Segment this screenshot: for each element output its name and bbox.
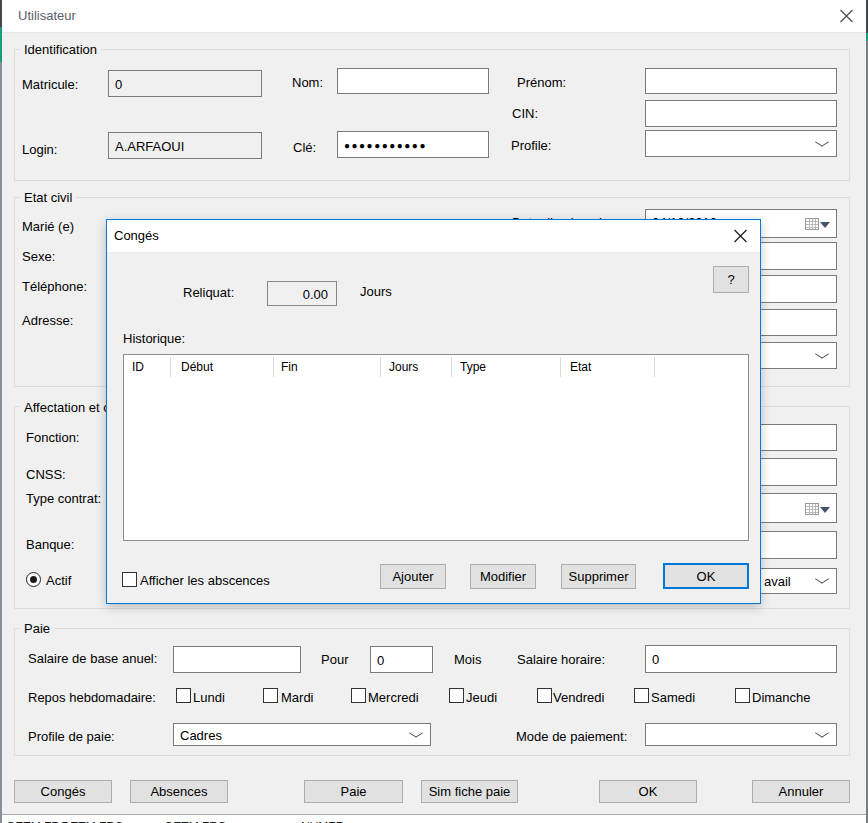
sim-fiche-paie-button[interactable]: Sim fiche paie <box>421 780 518 803</box>
jeudi-label: Jeudi <box>466 690 497 705</box>
mois-label: Mois <box>454 652 481 667</box>
paie-legend: Paie <box>20 621 54 636</box>
calendar-icon <box>805 502 820 516</box>
reliquat-input[interactable]: 0.00 <box>267 281 337 306</box>
cle-label: Clé: <box>293 140 316 155</box>
main-window-title: Utilisateur <box>18 8 76 23</box>
fonction-label: Fonction: <box>26 430 79 445</box>
supprimer-button[interactable]: Supprimer <box>561 564 636 589</box>
profile-dropdown[interactable] <box>645 130 837 157</box>
samedi-label: Samedi <box>651 690 695 705</box>
dropdown-arrow-icon <box>820 507 830 513</box>
profile-paie-dropdown[interactable]: Cadres <box>173 723 431 746</box>
prenom-label: Prénom: <box>517 75 566 90</box>
repos-label: Repos hebdomadaire: <box>28 690 156 705</box>
mardi-label: Mardi <box>281 690 314 705</box>
matricule-label: Matricule: <box>22 77 78 92</box>
conges-title: Congés <box>114 228 159 243</box>
jours-label: Jours <box>360 284 392 299</box>
dimanche-checkbox[interactable] <box>735 688 750 703</box>
historique-label: Historique: <box>123 331 185 346</box>
conges-ok-button[interactable]: OK <box>663 563 749 589</box>
nom-label: Nom: <box>292 75 323 90</box>
historique-table[interactable]: ID Début Fin Jours Type Etat <box>123 354 749 541</box>
actif-radio[interactable] <box>26 572 41 587</box>
telephone-label: Téléphone: <box>22 279 87 294</box>
salaire-base-input[interactable] <box>173 646 301 673</box>
afficher-abscences-label: Afficher les abscences <box>140 573 270 588</box>
conges-titlebar: Congés <box>107 220 760 253</box>
paie-button[interactable]: Paie <box>304 780 403 803</box>
profile-label: Profile: <box>511 138 551 153</box>
chevron-down-icon <box>815 137 829 146</box>
dimanche-label: Dimanche <box>752 690 811 705</box>
cnss-label: CNSS: <box>26 467 66 482</box>
login-input[interactable]: A.ARFAOUI <box>108 132 262 159</box>
afficher-abscences-checkbox[interactable] <box>122 572 137 587</box>
conges-close-icon[interactable] <box>733 228 748 244</box>
chevron-down-icon <box>409 728 423 737</box>
mercredi-checkbox[interactable] <box>351 688 366 703</box>
salaire-horaire-input[interactable]: 0 <box>645 645 837 673</box>
main-close-icon[interactable] <box>839 8 854 24</box>
mode-paiement-dropdown[interactable] <box>645 723 837 746</box>
conges-button[interactable]: Congés <box>14 780 112 803</box>
help-button[interactable]: ? <box>713 266 749 293</box>
pour-label: Pour <box>321 652 348 667</box>
conges-dialog: Congés ? Reliquat: 0.00 Jours Historique… <box>106 219 761 604</box>
prenom-input[interactable] <box>645 68 837 94</box>
samedi-checkbox[interactable] <box>634 688 649 703</box>
identification-legend: Identification <box>20 42 101 57</box>
dropdown-arrow-icon <box>820 222 830 228</box>
chevron-down-icon <box>815 575 829 584</box>
salaire-horaire-label: Salaire horaire: <box>517 652 605 667</box>
type-contrat-label: Type contrat: <box>26 491 101 506</box>
salaire-base-label: Salaire de base anuel: <box>28 651 157 666</box>
reliquat-label: Reliquat: <box>183 285 234 300</box>
absences-button[interactable]: Absences <box>130 780 228 803</box>
background-window-strip: GETM FRS GETM FRS GETM FRS NUMFR <box>1 814 867 823</box>
vendredi-label: Vendredi <box>553 690 604 705</box>
mode-paiement-label: Mode de paiement: <box>516 729 627 744</box>
adresse-label: Adresse: <box>22 313 73 328</box>
cin-label: CIN: <box>512 106 538 121</box>
marie-label: Marié (e) <box>22 219 74 234</box>
cle-input[interactable]: ●●●●●●●●●●● <box>337 131 489 158</box>
jeudi-checkbox[interactable] <box>449 688 464 703</box>
etat-civil-legend: Etat civil <box>20 190 76 205</box>
col-fin[interactable]: Fin <box>281 360 298 374</box>
lundi-checkbox[interactable] <box>176 688 191 703</box>
pour-input[interactable]: 0 <box>370 646 433 673</box>
col-type[interactable]: Type <box>460 360 486 374</box>
col-jours[interactable]: Jours <box>389 360 418 374</box>
mardi-checkbox[interactable] <box>263 688 278 703</box>
login-label: Login: <box>22 142 57 157</box>
left-edge-accent <box>0 27 2 62</box>
annuler-button[interactable]: Annuler <box>752 780 850 803</box>
col-etat[interactable]: Etat <box>570 360 591 374</box>
modifier-button[interactable]: Modifier <box>470 564 536 589</box>
col-id[interactable]: ID <box>132 360 144 374</box>
col-debut[interactable]: Début <box>181 360 213 374</box>
lundi-label: Lundi <box>193 690 225 705</box>
chevron-down-icon <box>815 349 829 358</box>
actif-label: Actif <box>46 573 71 588</box>
main-titlebar: Utilisateur <box>1 0 867 33</box>
banque-label: Banque: <box>26 537 74 552</box>
sexe-label: Sexe: <box>22 249 55 264</box>
calendar-icon <box>805 217 820 231</box>
mercredi-label: Mercredi <box>368 690 419 705</box>
cin-input[interactable] <box>645 100 837 127</box>
vendredi-checkbox[interactable] <box>537 688 552 703</box>
chevron-down-icon <box>815 728 829 737</box>
left-edge-lower <box>0 62 2 823</box>
affectation-legend: Affectation et c <box>20 400 114 415</box>
profile-paie-label: Profile de paie: <box>28 729 115 744</box>
ajouter-button[interactable]: Ajouter <box>380 564 446 589</box>
nom-input[interactable] <box>337 68 489 94</box>
matricule-input[interactable]: 0 <box>108 70 262 97</box>
ok-button[interactable]: OK <box>599 780 697 803</box>
